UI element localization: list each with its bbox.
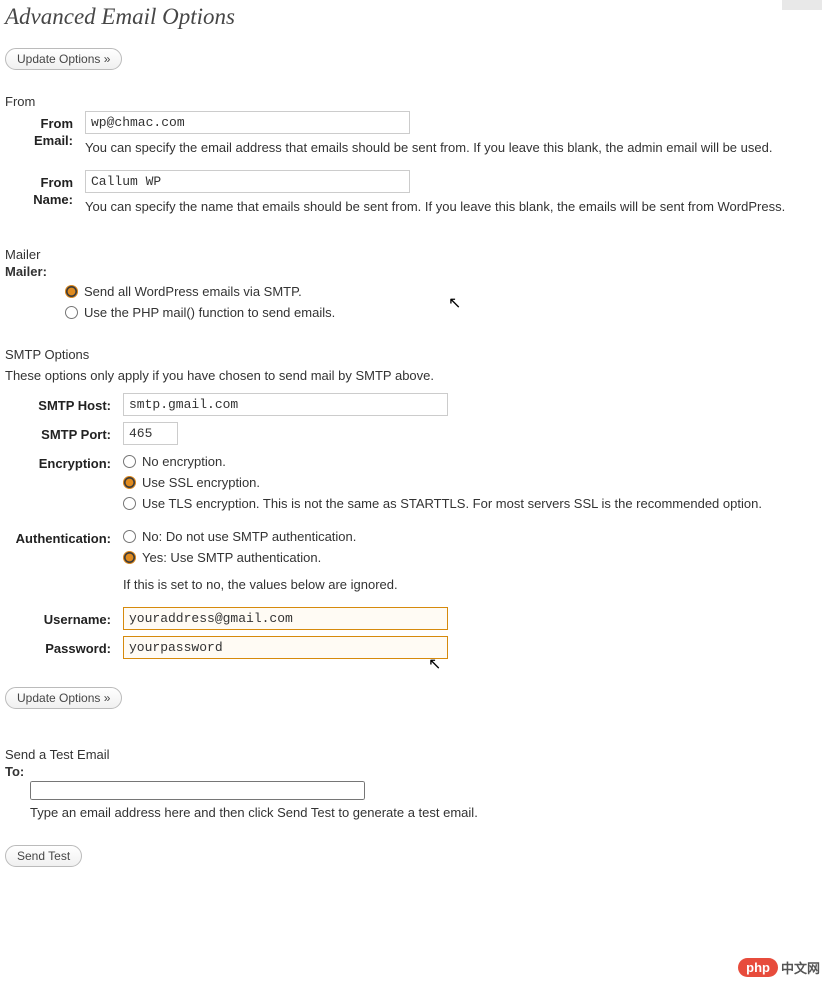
mailer-smtp-label[interactable]: Send all WordPress emails via SMTP.	[84, 284, 302, 299]
from-name-help: You can specify the name that emails sho…	[85, 193, 805, 217]
top-gray-block	[782, 0, 822, 10]
auth-yes-radio[interactable]	[123, 551, 136, 564]
smtp-description: These options only apply if you have cho…	[5, 364, 825, 393]
auth-no-label[interactable]: No: Do not use SMTP authentication.	[142, 529, 356, 544]
password-label: Password:	[5, 636, 123, 658]
send-test-button[interactable]: Send Test	[5, 845, 82, 867]
from-heading: From	[5, 94, 825, 109]
page-title: Advanced Email Options	[5, 0, 825, 40]
enc-none-radio[interactable]	[123, 455, 136, 468]
username-label: Username:	[5, 607, 123, 629]
mailer-php-label[interactable]: Use the PHP mail() function to send emai…	[84, 305, 335, 320]
auth-yes-label[interactable]: Yes: Use SMTP authentication.	[142, 550, 321, 565]
watermark-text: 中文网	[781, 958, 820, 977]
from-name-input[interactable]	[85, 170, 410, 193]
from-name-label: From Name:	[5, 170, 85, 209]
smtp-heading: SMTP Options	[5, 347, 825, 362]
smtp-host-input[interactable]	[123, 393, 448, 416]
encryption-label: Encryption:	[5, 451, 123, 473]
test-to-label: To:	[5, 764, 825, 781]
auth-label: Authentication:	[5, 526, 123, 548]
enc-tls-radio[interactable]	[123, 497, 136, 510]
watermark: php 中文网	[738, 958, 820, 977]
from-email-input[interactable]	[85, 111, 410, 134]
mailer-smtp-radio[interactable]	[65, 285, 78, 298]
mailer-heading: Mailer	[5, 247, 825, 262]
mailer-label: Mailer:	[5, 264, 825, 281]
test-help: Type an email address here and then clic…	[30, 800, 750, 823]
update-options-button-bottom[interactable]: Update Options »	[5, 687, 122, 709]
update-options-button-top[interactable]: Update Options »	[5, 48, 122, 70]
from-email-help: You can specify the email address that e…	[85, 134, 805, 158]
enc-none-label[interactable]: No encryption.	[142, 454, 226, 469]
smtp-port-input[interactable]	[123, 422, 178, 445]
enc-tls-label[interactable]: Use TLS encryption. This is not the same…	[142, 496, 762, 511]
enc-ssl-label[interactable]: Use SSL encryption.	[142, 475, 260, 490]
mailer-php-radio[interactable]	[65, 306, 78, 319]
test-heading: Send a Test Email	[5, 747, 825, 762]
enc-ssl-radio[interactable]	[123, 476, 136, 489]
username-input[interactable]	[123, 607, 448, 630]
password-input[interactable]	[123, 636, 448, 659]
auth-no-radio[interactable]	[123, 530, 136, 543]
smtp-host-label: SMTP Host:	[5, 393, 123, 415]
smtp-port-label: SMTP Port:	[5, 422, 123, 444]
from-email-label: From Email:	[5, 111, 85, 150]
test-to-input[interactable]	[30, 781, 365, 800]
auth-help: If this is set to no, the values below a…	[123, 568, 825, 595]
watermark-pill: php	[738, 958, 778, 977]
